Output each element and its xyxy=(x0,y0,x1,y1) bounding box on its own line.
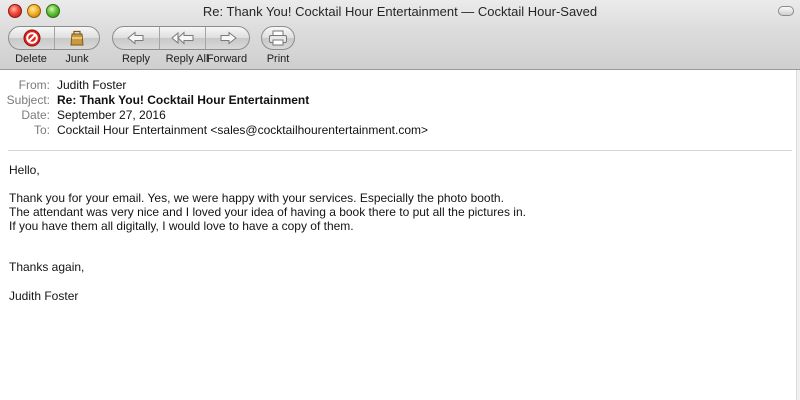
window-title: Re: Thank You! Cocktail Hour Entertainme… xyxy=(202,4,598,19)
from-value[interactable]: Judith Foster xyxy=(57,78,126,92)
reply-all-button[interactable] xyxy=(159,27,205,49)
toolbar-toggle-button[interactable] xyxy=(778,6,794,16)
message-line: If you have them all digitally, I would … xyxy=(9,219,354,233)
message-line: Thank you for your email. Yes, we were h… xyxy=(9,191,504,205)
scroll-edge xyxy=(796,70,800,400)
no-entry-icon xyxy=(23,29,41,47)
print-button[interactable] xyxy=(262,27,294,49)
to-row: To: Cocktail Hour Entertainment <sales@c… xyxy=(0,123,800,138)
forward-button[interactable] xyxy=(205,27,249,49)
junk-bag-icon xyxy=(69,29,85,47)
forward-label[interactable]: Forward xyxy=(202,53,252,65)
window-chrome: Re: Thank You! Cocktail Hour Entertainme… xyxy=(0,0,800,70)
forward-arrow-icon xyxy=(219,31,237,45)
print-label[interactable]: Print xyxy=(258,53,298,65)
from-label: From: xyxy=(18,78,50,92)
date-row: Date: September 27, 2016 xyxy=(0,108,800,123)
from-row: From: Judith Foster xyxy=(0,78,800,93)
reply-arrow-icon xyxy=(127,31,145,45)
message-line: The attendant was very nice and I loved … xyxy=(9,205,526,219)
message-closing: Thanks again, xyxy=(9,260,85,274)
delete-junk-group xyxy=(8,26,100,50)
junk-button[interactable] xyxy=(54,27,99,49)
subject-label: Subject: xyxy=(6,93,50,107)
message-greeting: Hello, xyxy=(9,163,40,177)
delete-button[interactable] xyxy=(9,27,54,49)
subject-row: Subject: Re: Thank You! Cocktail Hour En… xyxy=(0,93,800,108)
subject-value: Re: Thank You! Cocktail Hour Entertainme… xyxy=(57,93,310,107)
reply-button[interactable] xyxy=(113,27,159,49)
date-label: Date: xyxy=(21,108,50,122)
delete-label[interactable]: Delete xyxy=(8,53,54,65)
header-divider xyxy=(8,150,792,151)
title-bar[interactable]: Re: Thank You! Cocktail Hour Entertainme… xyxy=(0,0,800,22)
date-value: September 27, 2016 xyxy=(57,108,166,122)
to-label: To: xyxy=(33,123,50,137)
reply-forward-group xyxy=(112,26,250,50)
message-signature: Judith Foster xyxy=(9,289,79,303)
reply-all-arrow-icon xyxy=(170,31,195,45)
print-group xyxy=(261,26,295,50)
to-value[interactable]: Cocktail Hour Entertainment <sales@cockt… xyxy=(57,123,428,137)
junk-label[interactable]: Junk xyxy=(54,53,100,65)
reply-label[interactable]: Reply xyxy=(112,53,160,65)
printer-icon xyxy=(268,30,288,46)
